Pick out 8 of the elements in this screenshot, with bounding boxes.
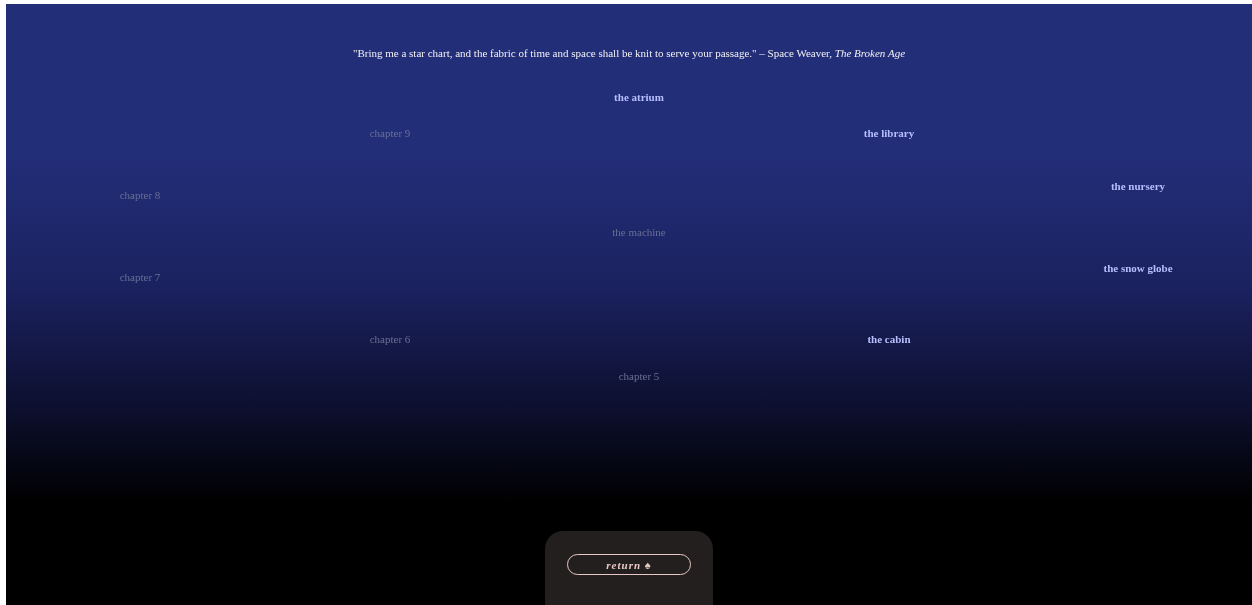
map-link[interactable]: the nursery xyxy=(1110,180,1166,192)
map-link[interactable]: chapter 5 xyxy=(618,370,660,382)
map-link[interactable]: the atrium xyxy=(614,91,664,103)
map-link[interactable]: the library xyxy=(863,127,915,139)
map-link[interactable]: the cabin xyxy=(867,333,911,345)
map-link[interactable]: the snow globe xyxy=(1103,262,1173,274)
quote-text: "Bring me a star chart, and the fabric of time and space shall be knit to serve your passage." – Space Weaver, The Broken Age xyxy=(352,47,906,59)
map-link[interactable]: chapter 6 xyxy=(369,333,411,345)
